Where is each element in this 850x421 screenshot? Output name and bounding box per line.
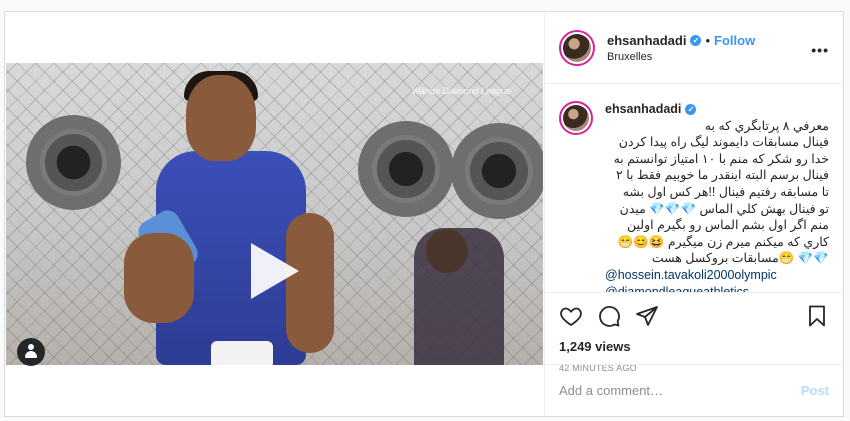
comments-section[interactable]: ehsanhadadi ✓ معرفي ٨ پرتابگري كه به فين…	[545, 85, 843, 292]
background-athlete-head	[426, 229, 468, 273]
location-link[interactable]: Bruxelles	[607, 51, 755, 63]
verified-badge-icon: ✓	[690, 34, 702, 46]
mention-link[interactable]: @hossein.tavakoli2000olympic	[605, 267, 829, 284]
avatar[interactable]	[559, 29, 595, 66]
media-panel: Wanda Diamond League	[5, 12, 544, 416]
heart-icon[interactable]	[559, 304, 583, 328]
towel	[211, 341, 273, 365]
video-logo: Wanda Diamond League	[411, 86, 511, 96]
share-icon[interactable]	[635, 304, 659, 328]
tag-user-icon[interactable]	[17, 338, 45, 366]
username-link[interactable]: ehsanhadadi	[607, 33, 686, 48]
background-ring	[358, 121, 454, 217]
athlete-arm	[124, 233, 194, 323]
bookmark-icon[interactable]	[805, 304, 829, 328]
video-player[interactable]: Wanda Diamond League	[6, 63, 543, 365]
caption-text: معرفي ٨ پرتابگري كه به فينال مسابقات داي…	[613, 118, 829, 266]
post-actions: 1,249 views 42 MINUTES AGO	[545, 292, 843, 373]
post-comment-button[interactable]: Post	[801, 383, 829, 398]
caption-username[interactable]: ehsanhadadi	[605, 101, 681, 118]
background-ring	[451, 123, 543, 219]
instagram-post: Wanda Diamond League ehsanhadadi ✓ • Fol…	[4, 11, 844, 417]
post-sidebar: ehsanhadadi ✓ • Follow Bruxelles ••• ehs…	[544, 12, 843, 416]
athlete-head	[186, 75, 256, 161]
more-options-icon[interactable]: •••	[811, 42, 829, 58]
separator-dot: •	[705, 32, 711, 48]
play-icon[interactable]	[251, 243, 299, 299]
view-count[interactable]: 1,249 views	[559, 339, 829, 354]
follow-button[interactable]: Follow	[714, 33, 755, 48]
comment-icon[interactable]	[597, 304, 621, 328]
avatar[interactable]	[559, 101, 593, 135]
add-comment-bar: Post	[545, 364, 843, 416]
comment-input[interactable]	[559, 383, 801, 398]
background-ring	[26, 115, 121, 210]
mention-link[interactable]: @diamondleagueathletics	[605, 284, 829, 292]
verified-badge-icon: ✓	[685, 103, 697, 115]
post-header: ehsanhadadi ✓ • Follow Bruxelles •••	[545, 12, 843, 84]
